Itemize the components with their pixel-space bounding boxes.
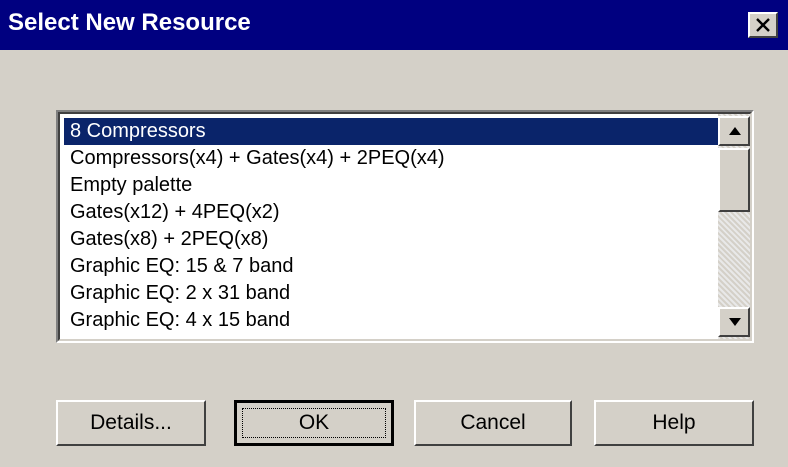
arrow-up-icon [729,127,741,135]
list-item[interactable]: Empty palette [64,172,718,199]
scroll-thumb[interactable] [718,148,750,212]
list-item[interactable]: Compressors(x4) + Gates(x4) + 2PEQ(x4) [64,145,718,172]
resource-list: 8 Compressors Compressors(x4) + Gates(x4… [64,118,718,334]
list-item[interactable]: Graphic EQ: 15 & 7 band [64,253,718,280]
arrow-down-icon [729,318,741,326]
list-item[interactable]: Graphic EQ: 2 x 31 band [64,280,718,307]
focus-rect [242,408,386,438]
list-item[interactable]: Gates(x12) + 4PEQ(x2) [64,199,718,226]
cancel-button-label: Cancel [460,411,526,434]
scroll-down-button[interactable] [718,307,750,337]
details-button[interactable]: Details... [56,400,206,446]
vertical-scrollbar[interactable] [718,114,750,339]
scroll-up-button[interactable] [718,116,750,146]
details-button-label: Details... [90,411,172,434]
cancel-button[interactable]: Cancel [414,400,572,446]
select-resource-dialog: Select New Resource 8 Compressors Compre… [0,0,788,467]
ok-button[interactable]: OK [234,400,394,446]
title-bar[interactable]: Select New Resource [0,0,788,50]
window-title: Select New Resource [8,9,251,36]
list-item[interactable]: 8 Compressors [64,118,718,145]
list-item[interactable]: Graphic EQ: 4 x 15 band [64,307,718,334]
resource-listbox[interactable]: 8 Compressors Compressors(x4) + Gates(x4… [56,110,754,343]
help-button-label: Help [652,411,696,434]
close-button[interactable] [748,12,778,38]
help-button[interactable]: Help [594,400,754,446]
listbox-frame: 8 Compressors Compressors(x4) + Gates(x4… [58,112,752,341]
close-icon [756,18,770,32]
list-item[interactable]: Gates(x8) + 2PEQ(x8) [64,226,718,253]
